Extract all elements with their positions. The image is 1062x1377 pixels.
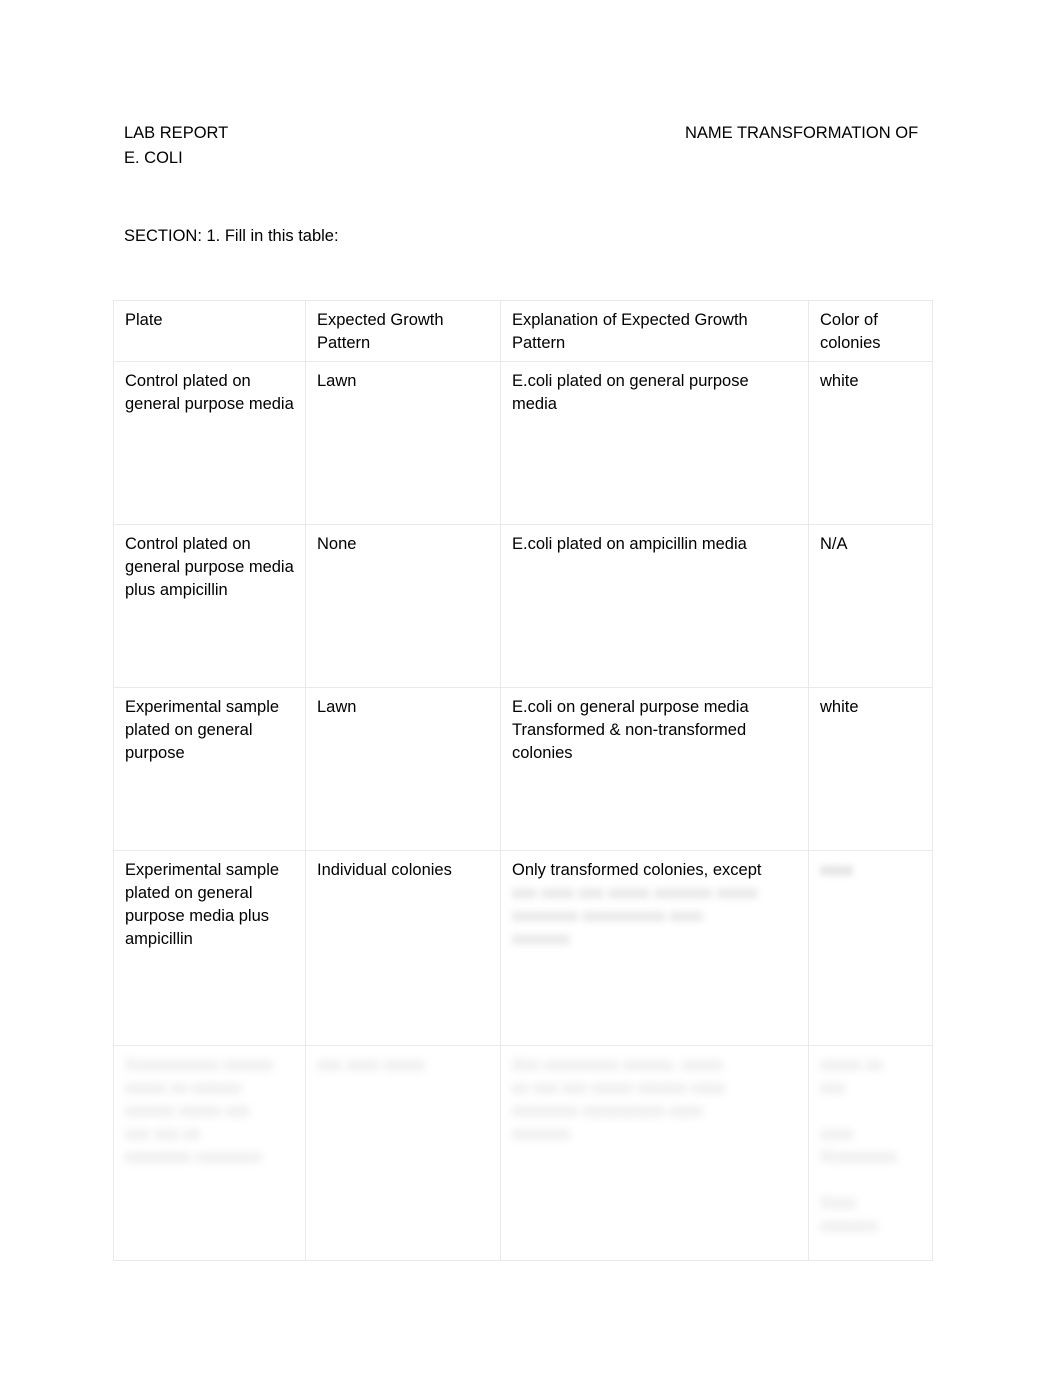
- lab-results-table: Plate Expected Growth Pattern Explanatio…: [113, 300, 933, 1261]
- cell-color-of-colonies: white: [808, 687, 933, 851]
- header-first-line: LAB REPORT NAME TRANSFORMATION OF: [124, 121, 934, 146]
- redacted-explanation-text: xxx xxxx xxx xxxxx xxxxxxx xxxxx xxxxxxx…: [512, 884, 758, 948]
- cell-color-of-colonies: xxxxx xx xxx xxxx Xxxxxxxxx Xxxx xxxxxxx: [808, 1045, 933, 1261]
- cell-expected-growth-pattern: Individual colonies: [305, 850, 501, 1046]
- experiment-subtitle: E. COLI: [124, 149, 183, 167]
- section-prompt: SECTION: 1. Fill in this table:: [124, 227, 339, 245]
- document-page: LAB REPORT NAME TRANSFORMATION OF E. COL…: [0, 0, 1062, 1377]
- cell-color-of-colonies: N/A: [808, 524, 933, 688]
- cell-plate: Xxxxxxxxxxx xxxxxx xxxxx xx xxxxxx xxxxx…: [113, 1045, 306, 1261]
- table-row: Experimental sample plated on general pu…: [113, 850, 933, 1046]
- redacted-color-text: xxxxx xx xxx xxxx Xxxxxxxxx Xxxx xxxxxxx: [820, 1056, 898, 1235]
- redacted-plate-text: Xxxxxxxxxxx xxxxxx xxxxx xx xxxxxx xxxxx…: [125, 1056, 273, 1166]
- cell-color-of-colonies: white: [808, 361, 933, 525]
- table-row: Experimental sample plated on general pu…: [113, 687, 933, 851]
- cell-explanation: Only transformed colonies, except xxx xx…: [500, 850, 809, 1046]
- cell-expected-growth-pattern: xxx xxxx xxxxx: [305, 1045, 501, 1261]
- cell-plate: Control plated on general purpose media: [113, 361, 306, 525]
- cell-explanation: E.coli plated on general purpose media: [500, 361, 809, 525]
- cell-explanation: Xxx xxxxxxxxx xxxxxx, xxxxx xx xxx xxx x…: [500, 1045, 809, 1261]
- table-row: Control plated on general purpose media …: [113, 524, 933, 688]
- lab-report-title: LAB REPORT: [124, 124, 229, 142]
- cell-explanation: E.coli on general purpose media Transfor…: [500, 687, 809, 851]
- name-and-experiment-title: NAME TRANSFORMATION OF: [685, 124, 919, 142]
- cell-expected-growth-pattern: None: [305, 524, 501, 688]
- column-header-expected-growth-pattern: Expected Growth Pattern: [305, 300, 501, 362]
- cell-explanation: E.coli plated on ampicillin media: [500, 524, 809, 688]
- redacted-growth-pattern-text: xxx xxxx xxxxx: [317, 1056, 426, 1074]
- table-row: Xxxxxxxxxxx xxxxxx xxxxx xx xxxxxx xxxxx…: [113, 1045, 933, 1261]
- cell-expected-growth-pattern: Lawn: [305, 687, 501, 851]
- table-row: Control plated on general purpose media …: [113, 361, 933, 525]
- cell-color-of-colonies: xxxx: [808, 850, 933, 1046]
- redacted-color-text: xxxx: [820, 861, 853, 879]
- cell-plate: Control plated on general purpose media …: [113, 524, 306, 688]
- cell-plate: Experimental sample plated on general pu…: [113, 850, 306, 1046]
- redacted-explanation-text: Xxx xxxxxxxxx xxxxxx, xxxxx xx xxx xxx x…: [512, 1056, 725, 1143]
- cell-expected-growth-pattern: Lawn: [305, 361, 501, 525]
- cell-plate: Experimental sample plated on general pu…: [113, 687, 306, 851]
- column-header-plate: Plate: [113, 300, 306, 362]
- document-header: LAB REPORT NAME TRANSFORMATION OF E. COL…: [124, 121, 934, 167]
- table-header-row: Plate Expected Growth Pattern Explanatio…: [113, 300, 933, 362]
- column-header-color-of-colonies: Color of colonies: [808, 300, 933, 362]
- column-header-explanation: Explanation of Expected Growth Pattern: [500, 300, 809, 362]
